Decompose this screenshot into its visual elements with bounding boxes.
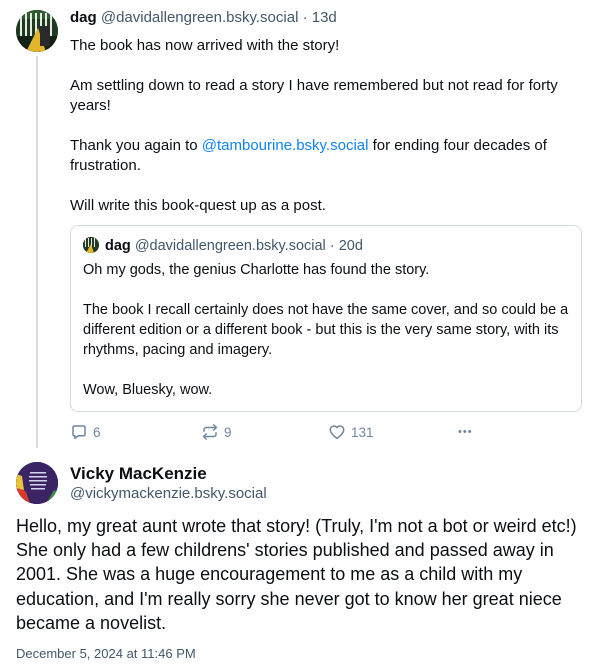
- repost-button[interactable]: 9: [201, 420, 232, 444]
- post-timestamp: December 5, 2024 at 11:46 PM: [16, 646, 196, 661]
- post-text-line: The book has now arrived with the story!: [70, 37, 340, 54]
- reply-button[interactable]: 6: [70, 420, 101, 444]
- quote-header: dag @davidallengreen.bsky.social · 20d: [83, 236, 569, 256]
- post-text-line: Am settling down to read a story I have …: [70, 77, 558, 114]
- repost-icon: [202, 424, 218, 440]
- reply-count: 6: [93, 424, 101, 440]
- quote-avatar: [83, 237, 99, 253]
- focused-post: Vicky MacKenzie @vickymackenzie.bsky.soc…: [0, 452, 596, 666]
- post-actions: 6 9 131 •••: [70, 420, 490, 444]
- quoted-post[interactable]: dag @davidallengreen.bsky.social · 20d O…: [70, 225, 582, 412]
- author-avatar[interactable]: [16, 10, 58, 52]
- post-text: The book has now arrived with the story!…: [70, 36, 582, 216]
- quote-paragraph: Wow, Bluesky, wow.: [83, 382, 213, 398]
- author-name[interactable]: Vicky MacKenzie: [70, 464, 207, 484]
- quote-text: Oh my gods, the genius Charlotte has fou…: [83, 260, 569, 400]
- author-avatar[interactable]: [16, 462, 58, 504]
- text-segment: Thank you again to: [70, 137, 202, 154]
- quote-author-name[interactable]: dag: [105, 238, 131, 254]
- separator: ·: [302, 9, 308, 26]
- mention-link[interactable]: @tambourine.bsky.social: [202, 137, 369, 154]
- more-icon: •••: [458, 426, 473, 438]
- post-content: dag @davidallengreen.bsky.social · 13d T…: [70, 8, 582, 216]
- like-icon: [329, 425, 345, 440]
- quote-paragraph: Oh my gods, the genius Charlotte has fou…: [83, 262, 430, 278]
- reply-icon: [72, 425, 86, 440]
- quote-time: 20d: [338, 238, 363, 254]
- author-handle[interactable]: @davidallengreen.bsky.social: [101, 9, 299, 26]
- quote-author-handle[interactable]: @davidallengreen.bsky.social: [135, 238, 326, 254]
- author-handle[interactable]: @vickymackenzie.bsky.social: [70, 484, 267, 504]
- repost-count: 9: [224, 424, 232, 440]
- like-count: 131: [351, 424, 374, 440]
- thread-line: [36, 56, 38, 448]
- quote-paragraph: The book I recall certainly does not hav…: [83, 302, 569, 358]
- post-header: dag @davidallengreen.bsky.social · 13d: [70, 8, 582, 28]
- post-text: Hello, my great aunt wrote that story! (…: [16, 516, 577, 633]
- avatar-image: [16, 462, 58, 504]
- like-button[interactable]: 131: [328, 420, 374, 444]
- post-text-line: Thank you again to @tambourine.bsky.soci…: [70, 136, 582, 176]
- separator: ·: [329, 238, 335, 254]
- post-text-line: Will write this book-quest up as a post.: [70, 197, 326, 214]
- parent-post[interactable]: dag @davidallengreen.bsky.social · 13d T…: [0, 0, 596, 452]
- author-name[interactable]: dag: [70, 9, 97, 26]
- avatar-image: [16, 10, 58, 52]
- post-time[interactable]: 13d: [312, 9, 337, 26]
- quote-avatar-image: [83, 237, 99, 253]
- more-options-button[interactable]: •••: [458, 420, 473, 444]
